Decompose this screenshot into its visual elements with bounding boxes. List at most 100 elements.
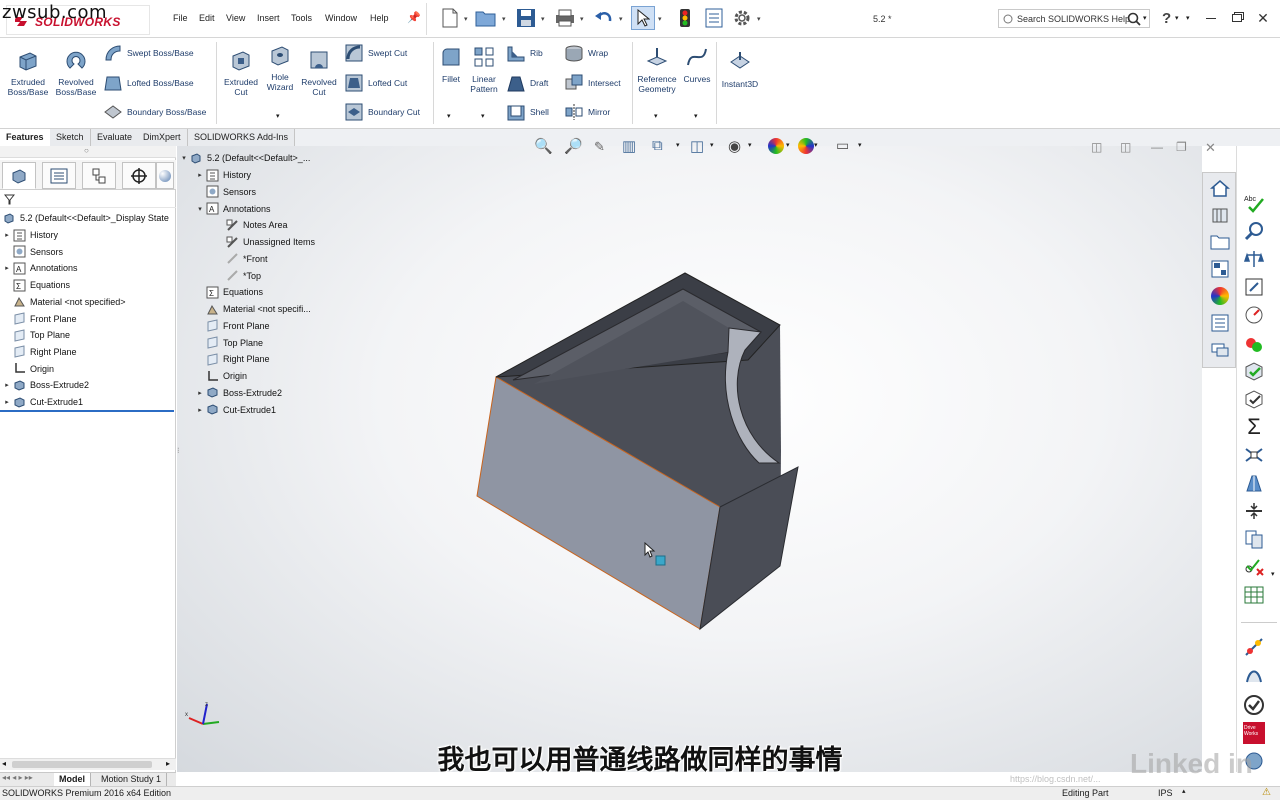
save-icon[interactable] bbox=[514, 6, 538, 30]
edit-appearance-icon[interactable] bbox=[798, 138, 814, 154]
interference-icon[interactable] bbox=[1241, 442, 1267, 468]
tree-item-boss-extrude2[interactable]: ▸ Boss-Extrude2 bbox=[2, 377, 89, 393]
analysis-icon[interactable] bbox=[1241, 634, 1267, 660]
display-style-icon[interactable]: ◉ bbox=[728, 137, 741, 155]
check-dropdown-icon[interactable]: ▾ bbox=[1271, 570, 1275, 578]
extruded-cut-button[interactable]: Extruded Cut bbox=[218, 48, 264, 97]
options-dropdown-icon[interactable]: ▾ bbox=[757, 15, 761, 23]
tab-evaluate[interactable]: Evaluate bbox=[91, 129, 140, 146]
design-library-icon[interactable] bbox=[1206, 203, 1233, 227]
display-settings-dropdown-icon[interactable]: ▾ bbox=[858, 141, 862, 149]
zoom-to-fit-icon[interactable]: 🔍 bbox=[534, 137, 553, 155]
expand-arrow-icon[interactable]: ▸ bbox=[195, 406, 205, 414]
equations-sigma-icon[interactable]: Σ bbox=[1241, 414, 1267, 440]
print-dropdown-icon[interactable]: ▾ bbox=[580, 15, 584, 23]
intersect-button[interactable]: Intersect bbox=[564, 73, 621, 93]
expand-arrow-icon[interactable]: ▾ bbox=[195, 205, 205, 213]
flyout-item-sensors[interactable]: Sensors bbox=[195, 184, 256, 200]
flyout-item-cut-extrude1[interactable]: ▸ Cut-Extrude1 bbox=[195, 402, 276, 418]
lofted-cut-button[interactable]: Lofted Cut bbox=[344, 73, 407, 93]
section-view-icon[interactable]: ▥ bbox=[622, 137, 636, 155]
undo-dropdown-icon[interactable]: ▾ bbox=[619, 15, 623, 23]
status-units[interactable]: IPS bbox=[1158, 788, 1173, 798]
filter-icon[interactable] bbox=[4, 194, 15, 205]
save-dropdown-icon[interactable]: ▾ bbox=[541, 15, 545, 23]
fillet-dropdown-icon[interactable]: ▾ bbox=[447, 112, 451, 120]
panel-grip-icon[interactable]: ○ bbox=[84, 146, 89, 155]
revolved-boss-button[interactable]: Revolved Boss/Base bbox=[52, 48, 100, 97]
tree-item-sensors[interactable]: Sensors bbox=[2, 244, 63, 260]
flyout-item-top[interactable]: *Top bbox=[225, 268, 261, 284]
flyout-item-unassigned-items[interactable]: Unassigned Items bbox=[225, 234, 315, 250]
flyout-item-history[interactable]: ▸ History bbox=[195, 167, 251, 183]
wrap-button[interactable]: Wrap bbox=[564, 43, 608, 63]
new-document-icon[interactable] bbox=[438, 6, 462, 30]
configurationmanager-tab-icon[interactable] bbox=[82, 162, 116, 189]
expand-arrow-icon[interactable]: ▸ bbox=[195, 171, 205, 179]
forum-icon[interactable] bbox=[1206, 338, 1233, 362]
menu-window[interactable]: Window bbox=[325, 13, 357, 23]
mass-properties-icon[interactable] bbox=[1241, 246, 1267, 272]
table-icon[interactable] bbox=[1241, 582, 1267, 608]
tab-features[interactable]: Features bbox=[0, 129, 51, 146]
flyout-item-equations[interactable]: Σ Equations bbox=[195, 284, 263, 300]
curvature-icon[interactable] bbox=[1241, 662, 1267, 688]
expand-arrow-icon[interactable]: ▸ bbox=[195, 389, 205, 397]
part-model[interactable] bbox=[457, 256, 837, 636]
swept-boss-button[interactable]: Swept Boss/Base bbox=[103, 43, 194, 63]
custom-properties-icon[interactable] bbox=[1206, 311, 1233, 335]
tab-sketch[interactable]: Sketch bbox=[50, 129, 91, 146]
linear-pattern-button[interactable]: Linear Pattern bbox=[466, 45, 502, 94]
hide-show-items-icon[interactable] bbox=[768, 138, 784, 154]
draft-button[interactable]: Draft bbox=[506, 73, 548, 93]
draft-analysis-icon[interactable] bbox=[1241, 470, 1267, 496]
reference-geometry-button[interactable]: Reference Geometry bbox=[634, 45, 680, 94]
solidworks-resources-icon[interactable] bbox=[1206, 176, 1233, 200]
flyout-item-notes-area[interactable]: Notes Area bbox=[225, 217, 288, 233]
display-settings-icon[interactable]: ▭ bbox=[836, 137, 849, 154]
revolved-cut-button[interactable]: Revolved Cut bbox=[298, 48, 340, 97]
tree-item-annotations[interactable]: ▸ A Annotations bbox=[2, 260, 78, 276]
reference-dropdown-icon[interactable]: ▾ bbox=[654, 112, 658, 120]
flyout-item-origin[interactable]: Origin bbox=[195, 368, 247, 384]
open-folder-icon[interactable] bbox=[474, 6, 498, 30]
orientation-dropdown-icon[interactable]: ▾ bbox=[710, 141, 714, 149]
dynamic-annotation-icon[interactable]: ⧉ bbox=[652, 137, 663, 154]
pattern-dropdown-icon[interactable]: ▾ bbox=[481, 112, 485, 120]
featuremanager-tab-icon[interactable] bbox=[2, 162, 36, 189]
menu-view[interactable]: View bbox=[226, 13, 245, 23]
hole-wizard-dropdown-icon[interactable]: ▾ bbox=[276, 112, 280, 120]
menu-file[interactable]: File bbox=[173, 13, 188, 23]
status-help-icon[interactable]: ⚠ bbox=[1262, 787, 1271, 798]
close-icon[interactable]: ✕ bbox=[1252, 8, 1274, 28]
expand-arrow-icon[interactable]: ▸ bbox=[2, 231, 12, 239]
rebuild-traffic-light-icon[interactable] bbox=[673, 6, 697, 30]
propertymanager-tab-icon[interactable] bbox=[42, 162, 76, 189]
flyout-root-expander-icon[interactable]: ▾ bbox=[179, 154, 189, 162]
rollback-bar[interactable] bbox=[0, 410, 174, 412]
menu-tools[interactable]: Tools bbox=[291, 13, 312, 23]
tab-dimxpert[interactable]: DimXpert bbox=[137, 129, 188, 146]
search-dropdown-icon[interactable]: ▾ bbox=[1143, 14, 1147, 22]
spell-check-icon[interactable]: Abc bbox=[1241, 190, 1267, 216]
check-rebuild-icon[interactable] bbox=[1241, 330, 1267, 356]
hide-show-dropdown-icon[interactable]: ▾ bbox=[786, 141, 790, 149]
new-dropdown-icon[interactable]: ▾ bbox=[464, 15, 468, 23]
restore-icon[interactable] bbox=[1226, 8, 1248, 28]
more-dropdown-icon[interactable]: ▾ bbox=[1186, 14, 1190, 22]
filter-row[interactable] bbox=[0, 192, 176, 208]
display-manager-tab-icon[interactable] bbox=[156, 162, 174, 189]
tree-item-cut-extrude1[interactable]: ▸ Cut-Extrude1 bbox=[2, 394, 83, 410]
annotation-dropdown-icon[interactable]: ▾ bbox=[676, 141, 680, 149]
measure-icon[interactable] bbox=[1241, 218, 1267, 244]
display-style-dropdown-icon[interactable]: ▾ bbox=[748, 141, 752, 149]
tab-addins[interactable]: SOLIDWORKS Add-Ins bbox=[188, 129, 296, 146]
thickness-analysis-icon[interactable] bbox=[1241, 498, 1267, 524]
tile-left-icon[interactable]: ◫ bbox=[1091, 140, 1102, 154]
tree-item-history[interactable]: ▸ History bbox=[2, 227, 58, 243]
open-dropdown-icon[interactable]: ▾ bbox=[502, 15, 506, 23]
mirror-button[interactable]: Mirror bbox=[564, 102, 610, 122]
curves-button[interactable]: Curves bbox=[680, 45, 714, 84]
boundary-boss-button[interactable]: Boundary Boss/Base bbox=[103, 102, 206, 122]
expand-arrow-icon[interactable]: ▸ bbox=[2, 398, 12, 406]
